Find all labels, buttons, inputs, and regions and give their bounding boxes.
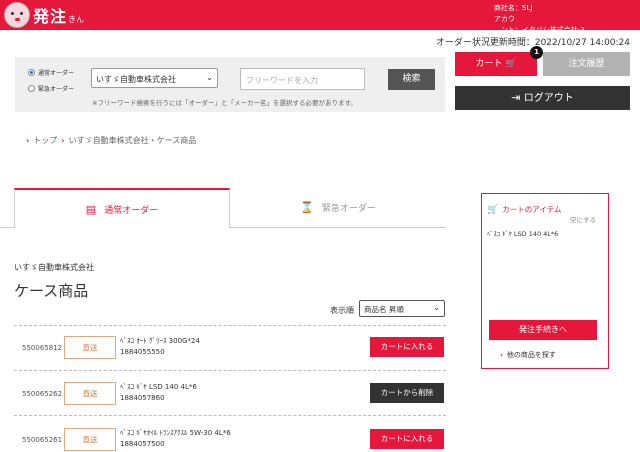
- order-history-button[interactable]: 注文履歴: [543, 52, 630, 76]
- cart-count-badge: 1: [530, 46, 543, 59]
- remove-from-cart-button[interactable]: カートから削除: [370, 383, 444, 403]
- cart-button[interactable]: カート 🛒: [455, 52, 537, 76]
- breadcrumb: › トップ › いすゞ自動車株式会社・ケース商品: [26, 135, 196, 146]
- tab-urgent-label: 緊急オーダー: [321, 204, 376, 214]
- page-title: ケース商品: [14, 282, 89, 300]
- direct-ship-button[interactable]: 直送: [64, 428, 116, 451]
- logout-label: ログアウト: [523, 93, 574, 104]
- document-icon: ▤: [85, 202, 97, 216]
- product-name-text: ﾍﾞｽｺ ｵｰﾄ ｸﾞﾘｰｽ 300G*24: [120, 337, 200, 345]
- cart-icon: 🛒: [505, 59, 517, 69]
- chevron-down-icon: ⌄: [206, 73, 213, 82]
- sort-select[interactable]: 商品名 昇順 ⌄: [359, 300, 445, 317]
- clear-cart-link[interactable]: 空にする: [570, 214, 596, 224]
- tab-urgent-order[interactable]: ⌛ 緊急オーダー: [230, 188, 446, 228]
- store-value: SLJ: [522, 4, 533, 12]
- account-info: アカウント：イタバシ株式会社-3: [488, 14, 638, 36]
- logo[interactable]: 発注 きん: [4, 2, 84, 28]
- chevron-right-icon: ›: [500, 351, 503, 359]
- add-to-cart-button[interactable]: カートに入れる: [370, 429, 444, 449]
- maker-name: いすゞ自動車株式会社: [14, 263, 94, 272]
- logo-subtext: きん: [68, 14, 85, 24]
- store-label: 商社名: [494, 4, 515, 12]
- checkout-button[interactable]: 発注手続きへ: [489, 320, 597, 340]
- row-divider: [14, 325, 446, 326]
- search-button[interactable]: 検索: [388, 69, 435, 90]
- radio-unchecked-icon: [28, 85, 35, 92]
- direct-ship-button[interactable]: 直送: [64, 336, 116, 359]
- breadcrumb-current: いすゞ自動車株式会社・ケース商品: [68, 136, 197, 145]
- freeword-input[interactable]: フリーワードを入力: [240, 68, 365, 90]
- chevron-down-icon: ⌄: [433, 303, 440, 312]
- chevron-right-icon: ›: [61, 136, 65, 145]
- row-divider: [14, 370, 446, 371]
- cart-panel-title-text: カートのアイテム: [502, 205, 562, 214]
- search-note: ※フリーワード検索を行うには「オーダー」と「メーカー名」を選択する必要があります…: [92, 99, 357, 107]
- row-divider: [14, 415, 446, 416]
- add-to-cart-button[interactable]: カートに入れる: [370, 337, 444, 357]
- account-value: イタバシ株式会社-3: [522, 26, 585, 34]
- logout-icon: ⇥: [511, 91, 521, 104]
- product-code: 550065262: [22, 390, 63, 398]
- hourglass-icon: ⌛: [300, 201, 314, 214]
- radio-normal-label: 通常オーダー: [38, 70, 75, 77]
- product-name-text: ﾍﾞｽｺ ｷﾞﾔｵｲﾙ ﾄﾗﾝｽｱｸｽﾙ 5W-30 4L*6: [120, 429, 231, 437]
- product-name: ﾍﾞｽｺ ｷﾞﾔ LSD 140 4L*6 1884057860: [120, 382, 197, 404]
- tab-divider: [0, 227, 14, 228]
- chevron-right-icon: ›: [26, 136, 30, 145]
- maker-select[interactable]: いすゞ自動車株式会社 ⌄: [91, 68, 218, 88]
- logout-button[interactable]: ⇥ ログアウト: [455, 86, 630, 110]
- find-other-products-link[interactable]: › 他の商品を探す: [500, 350, 556, 360]
- maker-select-value: いすゞ自動車株式会社: [96, 75, 176, 84]
- product-jan: 1884057860: [120, 394, 165, 402]
- product-name: ﾍﾞｽｺ ｷﾞﾔｵｲﾙ ﾄﾗﾝｽｱｸｽﾙ 5W-30 4L*6 18840575…: [120, 428, 231, 450]
- find-other-products-label: 他の商品を探す: [506, 351, 556, 359]
- tab-normal-order[interactable]: ▤ 通常オーダー: [14, 188, 230, 228]
- order-status-updated: オーダー状況更新時間：2022/10/27 14:00:24: [435, 38, 630, 48]
- logo-text: 発注: [33, 7, 68, 26]
- store-info: 商社名：SLJ: [488, 3, 638, 14]
- cart-panel-title: 🛒 カートのアイテム: [487, 204, 561, 215]
- cart-button-label: カート: [475, 59, 503, 69]
- tab-normal-label: 通常オーダー: [104, 205, 159, 216]
- product-jan: 1884057500: [120, 440, 165, 448]
- direct-ship-button[interactable]: 直送: [64, 382, 116, 405]
- radio-urgent-order[interactable]: 緊急オーダー: [28, 84, 74, 93]
- breadcrumb-top[interactable]: トップ: [33, 135, 57, 146]
- radio-normal-order[interactable]: 通常オーダー: [28, 68, 74, 77]
- radio-checked-icon: [28, 69, 35, 76]
- cart-icon: 🛒: [487, 204, 499, 215]
- product-jan: 1884055550: [120, 348, 165, 356]
- mascot-icon: [4, 2, 30, 28]
- product-name-text: ﾍﾞｽｺ ｷﾞﾔ LSD 140 4L*6: [120, 383, 197, 391]
- account-label: アカウント: [494, 15, 515, 34]
- product-code: 550065261: [22, 436, 63, 444]
- sort-select-value: 商品名 昇順: [364, 305, 404, 314]
- sort-label: 表示順: [330, 306, 354, 315]
- product-code: 550065812: [22, 344, 63, 352]
- product-name: ﾍﾞｽｺ ｵｰﾄ ｸﾞﾘｰｽ 300G*24 1884055550: [120, 336, 200, 358]
- cart-item: ﾍﾞｽｺ ｷﾞﾔ LSD 140 4L*6: [487, 230, 559, 238]
- radio-urgent-label: 緊急オーダー: [38, 86, 75, 93]
